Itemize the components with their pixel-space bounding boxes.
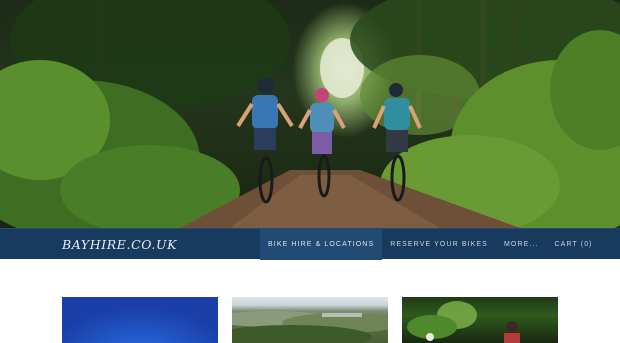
nav-cart[interactable]: CART (0) [547,229,601,260]
thumbnail-countryside[interactable] [232,297,388,343]
forest-trail-illustration [0,0,620,228]
thumbnail-blue-sky[interactable] [62,297,218,343]
nav-bike-hire-locations[interactable]: BIKE HIRE & LOCATIONS [260,229,383,260]
site-logo[interactable]: BAYHIRE.CO.UK [62,236,177,253]
nav-more[interactable]: MORE... [496,229,547,260]
thumbnail-cyclist-woods[interactable] [402,297,558,343]
nav-reserve-your-bikes[interactable]: RESERVE YOUR BIKES [382,229,496,260]
hero-image [0,0,620,228]
site-navbar: BAYHIRE.CO.UK BIKE HIRE & LOCATIONS RESE… [0,228,620,260]
main-nav: BIKE HIRE & LOCATIONS RESERVE YOUR BIKES… [260,229,601,260]
